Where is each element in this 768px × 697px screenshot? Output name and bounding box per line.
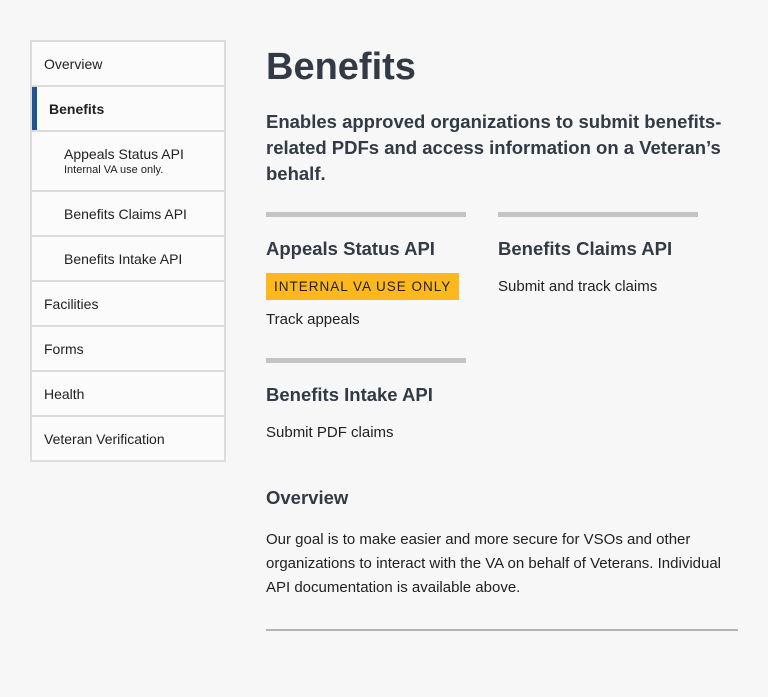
sidebar-item-label: Overview <box>44 55 103 72</box>
card-divider <box>266 358 466 363</box>
main-content: Benefits Enables approved organizations … <box>266 40 738 631</box>
overview-text: Our goal is to make easier and more secu… <box>266 531 722 596</box>
overview-heading: Overview <box>266 487 349 508</box>
sidebar-item-label: Facilities <box>44 295 99 312</box>
card-divider <box>266 212 466 217</box>
card-description: Track appeals <box>266 311 360 328</box>
sidebar-item-benefits-claims-api[interactable]: Benefits Claims API <box>32 192 224 237</box>
sidebar-item-health[interactable]: Health <box>32 372 224 417</box>
sidebar-item-overview[interactable]: Overview <box>32 42 224 87</box>
page-lead: Enables approved organizations to submit… <box>266 111 722 184</box>
sidebar-nav: Overview Benefits Appeals Status API Int… <box>30 40 226 462</box>
sidebar-item-label: Benefits Claims API <box>64 205 187 222</box>
sidebar-item-appeals-status-api[interactable]: Appeals Status API Internal VA use only. <box>32 132 224 192</box>
card-divider <box>498 212 698 217</box>
card-description: Submit and track claims <box>498 278 658 295</box>
internal-use-badge: INTERNAL VA USE ONLY <box>266 273 460 300</box>
card-title[interactable]: Benefits Claims API <box>498 237 698 261</box>
card-title[interactable]: Appeals Status API <box>266 237 466 261</box>
sidebar-item-label: Appeals Status API <box>64 146 184 162</box>
sidebar-item-label: Veteran Verification <box>44 430 165 447</box>
sidebar-item-label: Benefits <box>49 100 105 117</box>
sidebar-item-benefits[interactable]: Benefits <box>32 87 224 132</box>
page-title: Benefits <box>266 46 416 88</box>
card-description: Submit PDF claims <box>266 424 394 441</box>
sidebar-item-veteran-verification[interactable]: Veteran Verification <box>32 417 224 462</box>
sidebar-item-forms[interactable]: Forms <box>32 327 224 372</box>
section-divider <box>266 629 738 631</box>
card-benefits-claims-api: Benefits Claims API Submit and track cla… <box>498 212 698 297</box>
sidebar-item-note: Internal VA use only. <box>64 164 164 176</box>
sidebar-item-label: Health <box>44 385 85 402</box>
card-title[interactable]: Benefits Intake API <box>266 383 466 407</box>
card-appeals-status-api: Appeals Status API INTERNAL VA USE ONLY … <box>266 212 466 330</box>
sidebar-item-benefits-intake-api[interactable]: Benefits Intake API <box>32 237 224 282</box>
sidebar-item-label: Benefits Intake API <box>64 250 183 267</box>
sidebar-item-facilities[interactable]: Facilities <box>32 282 224 327</box>
card-benefits-intake-api: Benefits Intake API Submit PDF claims <box>266 358 466 443</box>
sidebar-item-label: Forms <box>44 340 84 357</box>
